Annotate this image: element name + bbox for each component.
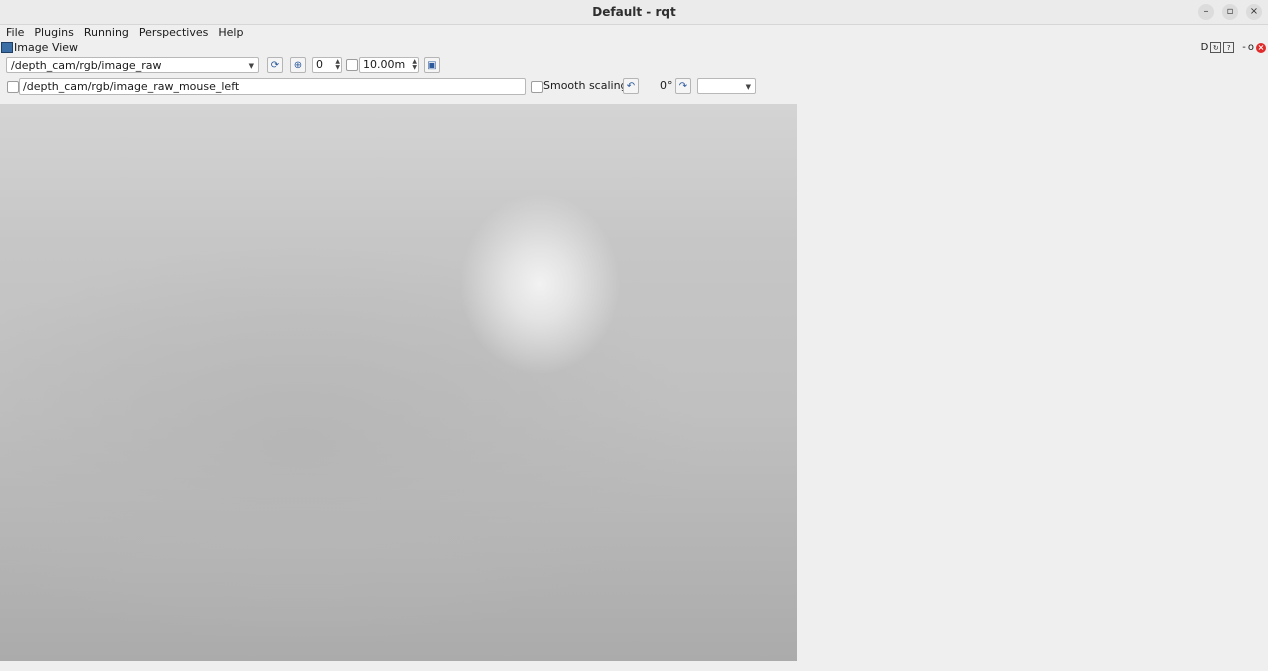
float-icon[interactable]: o <box>1248 42 1254 53</box>
title-bar: Default - rqt – ▫ × <box>0 0 1268 25</box>
help-icon[interactable]: ? <box>1223 42 1235 53</box>
chevron-down-icon: ▼ <box>248 62 254 70</box>
topic-combobox[interactable]: /depth_cam/rgb/image_raw ▼ <box>6 57 259 73</box>
rotate-left-button[interactable]: ↶ <box>623 78 639 94</box>
topic-value: /depth_cam/rgb/image_raw <box>11 59 162 72</box>
spin-arrows-icon[interactable]: ▲ ▼ <box>335 59 340 71</box>
camera-image[interactable] <box>0 104 797 661</box>
rotate-right-icon: ↷ <box>678 80 688 92</box>
mouse-topic-value: /depth_cam/rgb/image_raw_mouse_left <box>23 80 240 93</box>
mouse-topic-field[interactable]: /depth_cam/rgb/image_raw_mouse_left <box>19 78 526 95</box>
menu-file[interactable]: File <box>6 26 24 39</box>
toolbar-row-2: /depth_cam/rgb/image_raw_mouse_left Smoo… <box>0 78 1268 96</box>
rotate-right-button[interactable]: ↷ <box>675 78 691 94</box>
spin-arrows-icon[interactable]: ▲ ▼ <box>412 59 417 71</box>
window-title: Default - rqt <box>592 5 676 19</box>
zoom-button[interactable]: ⊕ <box>290 57 306 73</box>
maximize-button[interactable]: ▫ <box>1222 4 1238 20</box>
dock-d-label[interactable]: D <box>1201 42 1209 53</box>
save-icon: ▣ <box>427 59 437 71</box>
zoom-spinbox[interactable]: 0 ▲ ▼ <box>312 57 342 73</box>
menu-help[interactable]: Help <box>218 26 243 39</box>
refresh-icon: ⟳ <box>270 59 280 71</box>
menu-plugins[interactable]: Plugins <box>34 26 73 39</box>
refresh-topics-button[interactable]: ⟳ <box>267 57 283 73</box>
dock-title-bar: Image View D ↻ ? - o × <box>0 40 1268 55</box>
save-image-button[interactable]: ▣ <box>424 57 440 73</box>
zoom-value: 0 <box>316 58 323 71</box>
chevron-down-icon: ▼ <box>745 83 751 91</box>
dynamic-range-checkbox[interactable] <box>346 59 358 71</box>
image-view-icon <box>1 42 13 53</box>
zoom-icon: ⊕ <box>293 59 303 71</box>
menu-bar: File Plugins Running Perspectives Help <box>0 24 1268 40</box>
rotation-label: 0° <box>660 79 673 92</box>
undock-icon[interactable]: - <box>1242 42 1246 53</box>
menu-perspectives[interactable]: Perspectives <box>139 26 208 39</box>
max-depth-value: 10.00m <box>363 58 406 71</box>
menu-running[interactable]: Running <box>84 26 129 39</box>
max-depth-spinbox[interactable]: 10.00m ▲ ▼ <box>359 57 419 73</box>
color-scheme-combobox[interactable]: ▼ <box>697 78 756 94</box>
reload-icon[interactable]: ↻ <box>1210 42 1222 53</box>
smooth-scaling-label: Smooth scaling <box>543 79 628 92</box>
toolbar-row-1: /depth_cam/rgb/image_raw ▼ ⟳ ⊕ 0 ▲ ▼ 10.0… <box>0 57 1268 75</box>
close-button[interactable]: × <box>1246 4 1262 20</box>
minimize-button[interactable]: – <box>1198 4 1214 20</box>
plugin-title: Image View <box>14 41 79 54</box>
close-plugin-icon[interactable]: × <box>1256 42 1266 53</box>
rotate-left-icon: ↶ <box>626 80 636 92</box>
smooth-scaling-checkbox[interactable] <box>531 81 543 93</box>
publish-mouse-checkbox[interactable] <box>7 81 19 93</box>
